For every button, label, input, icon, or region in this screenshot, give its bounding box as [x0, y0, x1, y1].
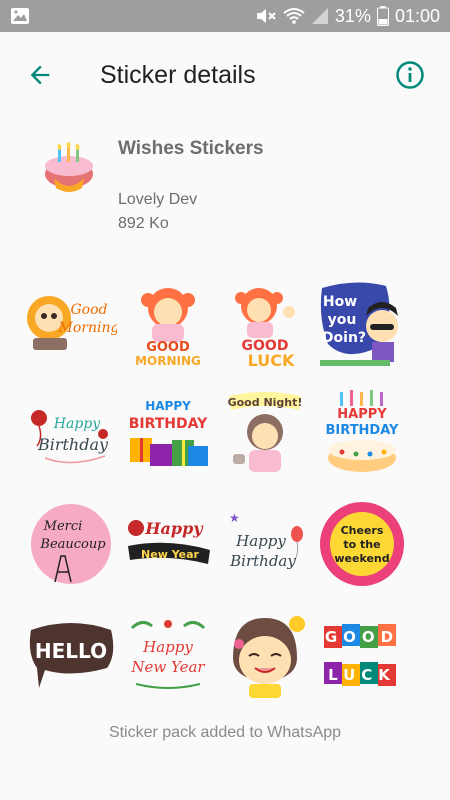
svg-text:to the: to the [343, 538, 380, 551]
svg-text:HELLO: HELLO [34, 639, 106, 663]
svg-text:New Year: New Year [141, 548, 199, 561]
sticker-good-night-girl[interactable]: Good Night! [219, 388, 311, 480]
sticker-happy-new-year-leaves[interactable]: Happy New Year [122, 608, 214, 700]
svg-text:weekend: weekend [334, 552, 389, 565]
sticker-smiling-girl[interactable] [219, 608, 311, 700]
svg-text:you: you [327, 312, 356, 328]
svg-text:Happy: Happy [142, 638, 193, 656]
app-bar: Sticker details [0, 32, 450, 118]
svg-text:★: ★ [229, 511, 240, 525]
sticker-good-morning-lion[interactable]: Good Morning [25, 278, 117, 370]
clock: 01:00 [394, 5, 440, 26]
svg-text:HAPPY: HAPPY [337, 407, 387, 422]
sticker-how-you-doin[interactable]: How you Doin? [316, 278, 408, 370]
svg-text:HAPPY: HAPPY [145, 399, 191, 413]
sticker-merci-beaucoup[interactable]: Merci Beaucoup [25, 498, 117, 590]
sticker-hello-bubble[interactable]: HELLO [25, 608, 117, 700]
sticker-cheers-weekend[interactable]: Cheers to the weekend [316, 498, 408, 590]
pack-tray-icon [40, 138, 98, 196]
svg-text:Good: Good [70, 302, 107, 318]
svg-text:Birthday: Birthday [229, 552, 296, 570]
svg-text:GOOD: GOOD [146, 340, 190, 355]
back-button[interactable] [20, 55, 60, 95]
info-button[interactable] [390, 55, 430, 95]
sticker-good-morning-girl[interactable]: GOOD MORNING [122, 278, 214, 370]
status-bar: 31% 01:00 [0, 0, 450, 32]
pack-name: Wishes Stickers [118, 138, 264, 159]
svg-text:Happy: Happy [52, 416, 100, 432]
svg-text:Happy: Happy [144, 519, 204, 538]
info-circle-icon [396, 61, 424, 89]
svg-text:MORNING: MORNING [135, 354, 201, 368]
svg-text:Birthday: Birthday [36, 435, 108, 454]
sticker-happy-birthday-balloon[interactable]: ★ Happy Birthday [219, 498, 311, 590]
svg-text:Beaucoup: Beaucoup [39, 537, 106, 552]
sticker-grid: Good Morning GOOD MORNING GOOD LUCK How … [22, 274, 432, 714]
svg-text:Cheers: Cheers [340, 524, 383, 537]
svg-text:Good Night!: Good Night! [227, 396, 302, 409]
sticker-good-luck-blocks[interactable]: GOOD LUCK [316, 608, 408, 700]
sticker-happy-new-year[interactable]: Happy New Year [122, 498, 214, 590]
sticker-happy-birthday-gifts[interactable]: HAPPY BIRTHDAY [122, 388, 214, 480]
svg-text:Happy: Happy [235, 532, 286, 550]
image-icon [10, 7, 30, 25]
svg-text:How: How [322, 294, 356, 310]
mute-icon [255, 7, 277, 25]
pack-header: Wishes Stickers Lovely Dev 892 Ko [0, 118, 450, 258]
svg-text:BIRTHDAY: BIRTHDAY [325, 423, 399, 438]
added-to-whatsapp-message: Sticker pack added to WhatsApp [108, 724, 342, 741]
svg-text:LUCK: LUCK [328, 666, 396, 684]
svg-text:Doin?: Doin? [321, 330, 365, 346]
page-title: Sticker details [100, 60, 256, 89]
svg-text:GOOD: GOOD [324, 628, 398, 646]
sticker-good-luck-girl[interactable]: GOOD LUCK [219, 278, 311, 370]
pack-author: Lovely Dev [118, 191, 198, 208]
signal-icon [311, 7, 329, 25]
svg-text:Merci: Merci [42, 519, 82, 534]
battery-icon [376, 6, 389, 26]
arrow-left-icon [30, 65, 50, 85]
svg-text:BIRTHDAY: BIRTHDAY [128, 416, 207, 432]
svg-text:LUCK: LUCK [247, 351, 294, 370]
svg-text:Morning: Morning [57, 320, 116, 336]
battery-percent: 31% [334, 5, 371, 26]
sticker-happy-birthday-cake[interactable]: HAPPY BIRTHDAY [316, 388, 408, 480]
pack-size: 892 Ko [118, 215, 169, 232]
svg-text:New Year: New Year [130, 658, 205, 676]
wifi-icon [283, 7, 305, 25]
sticker-happy-birthday-script[interactable]: Happy Birthday [25, 388, 117, 480]
